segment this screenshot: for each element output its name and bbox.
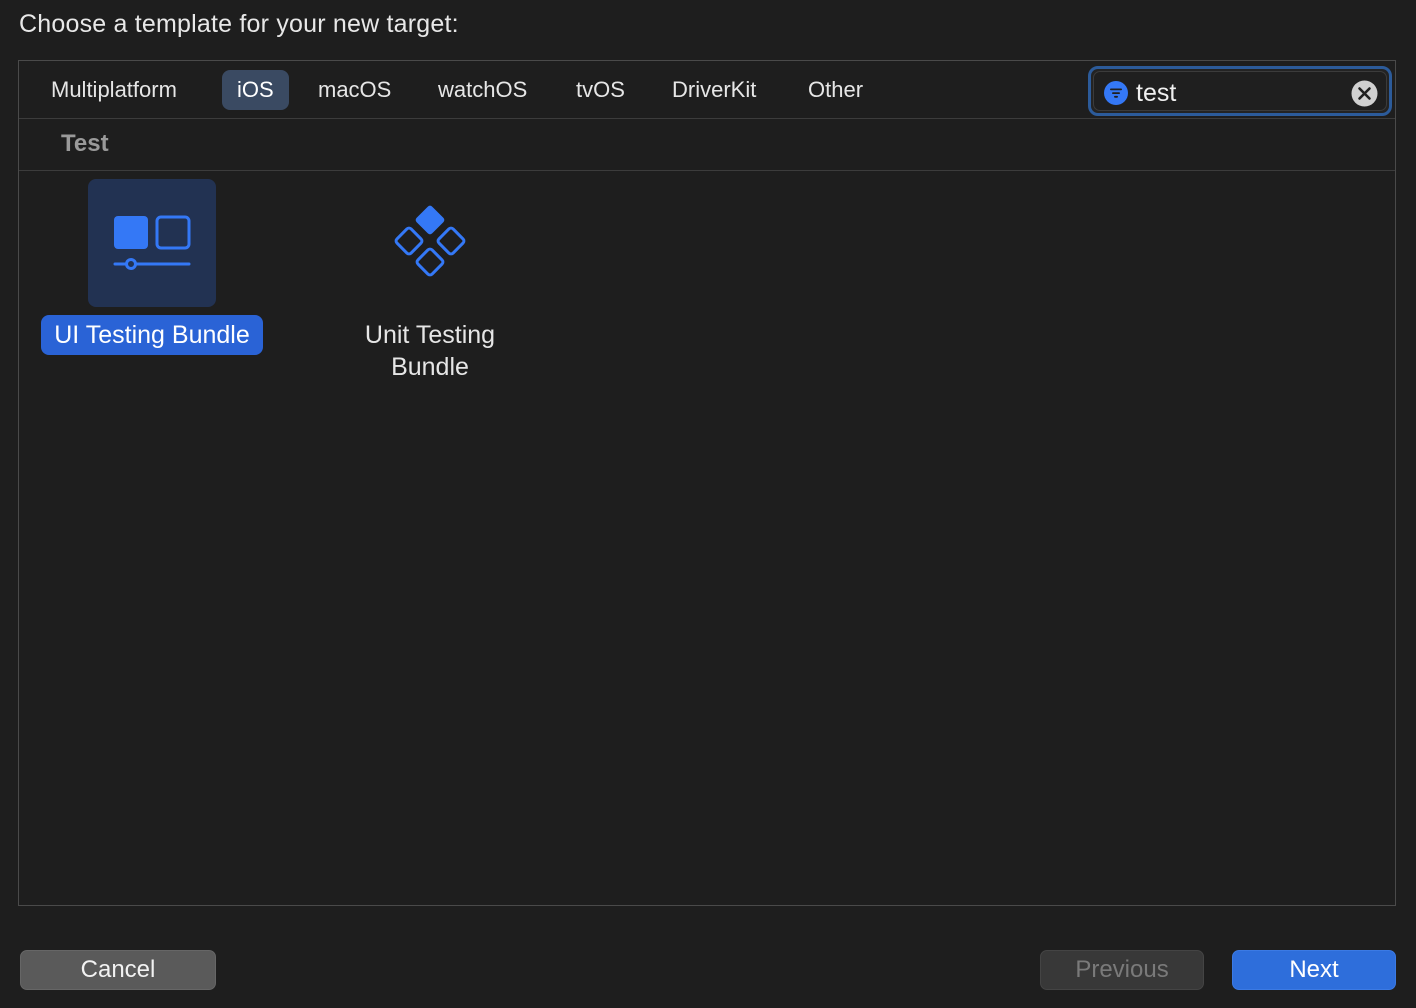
filter-icon[interactable] — [1104, 81, 1128, 105]
tab-watchos[interactable]: watchOS — [423, 70, 542, 110]
ui-testing-bundle-icon — [113, 215, 191, 270]
search-input[interactable] — [1136, 76, 1346, 110]
tab-ios[interactable]: iOS — [222, 70, 289, 110]
section-header: Test — [19, 119, 1395, 171]
search-field[interactable] — [1088, 66, 1392, 116]
tab-multiplatform[interactable]: Multiplatform — [36, 70, 192, 110]
template-panel: Multiplatform iOS macOS watchOS tvOS Dri… — [18, 60, 1396, 906]
unit-testing-bundle-icon — [394, 205, 466, 277]
template-label: UI Testing Bundle — [41, 315, 263, 355]
tab-driverkit[interactable]: DriverKit — [657, 70, 771, 110]
cancel-button[interactable]: Cancel — [20, 950, 216, 990]
template-ui-testing-bundle[interactable]: UI Testing Bundle — [32, 179, 272, 355]
template-label: Unit Testing Bundle — [364, 321, 496, 381]
tab-other[interactable]: Other — [793, 70, 878, 110]
next-button[interactable]: Next — [1232, 950, 1396, 990]
dialog-title: Choose a template for your new target: — [19, 10, 459, 38]
tab-tvos[interactable]: tvOS — [561, 70, 640, 110]
template-unit-testing-bundle[interactable]: Unit Testing Bundle — [310, 179, 550, 387]
previous-button[interactable]: Previous — [1040, 950, 1204, 990]
clear-icon[interactable] — [1351, 80, 1378, 107]
tab-macos[interactable]: macOS — [303, 70, 406, 110]
template-icon-box — [88, 179, 216, 307]
template-icon-box — [366, 179, 494, 307]
section-label: Test — [61, 130, 109, 157]
search-field-inner — [1093, 71, 1387, 111]
platform-tab-bar: Multiplatform iOS macOS watchOS tvOS Dri… — [19, 61, 1395, 119]
